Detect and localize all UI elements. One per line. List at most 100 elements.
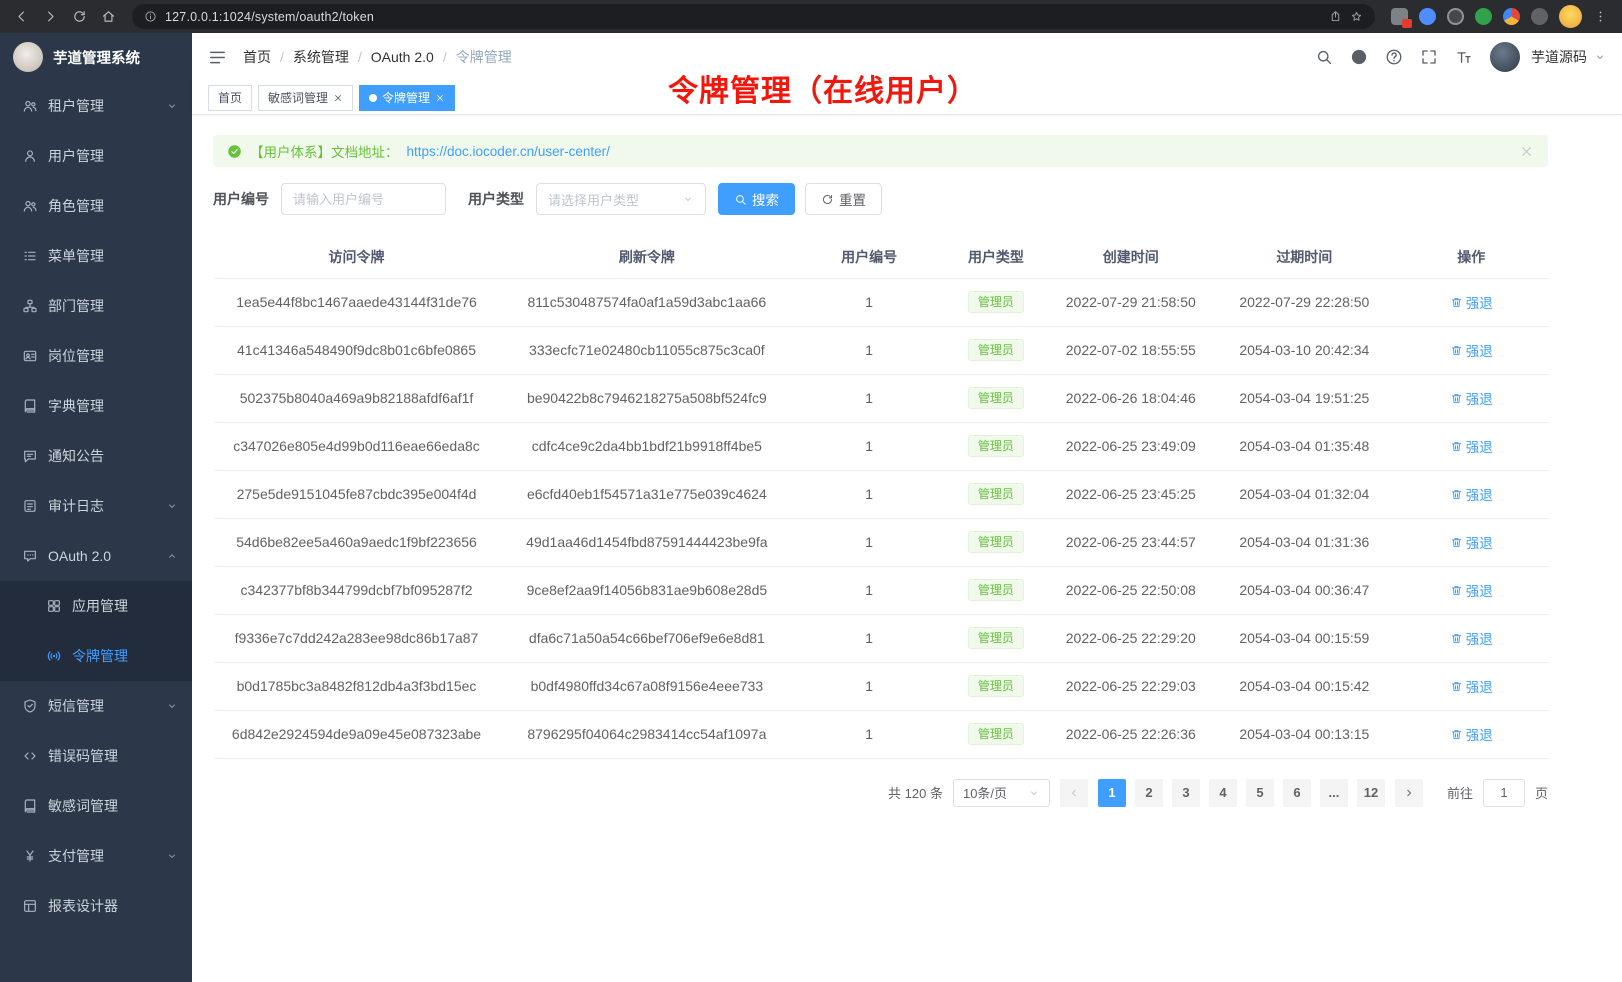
address-bar[interactable]: 127.0.0.1:1024/system/oauth2/token — [132, 4, 1375, 29]
extension-icon[interactable] — [1531, 8, 1548, 25]
force-logout-button[interactable]: 强退 — [1450, 724, 1493, 744]
expires-at-cell: 2054-03-04 01:32:04 — [1214, 470, 1394, 518]
extension-icon[interactable] — [1503, 8, 1520, 25]
page-button-12[interactable]: 12 — [1357, 779, 1385, 807]
page-button-6[interactable]: 6 — [1283, 779, 1311, 807]
share-icon[interactable] — [1329, 10, 1342, 23]
page-button-1[interactable]: 1 — [1098, 779, 1126, 807]
page-button-3[interactable]: 3 — [1172, 779, 1200, 807]
user-type-select[interactable]: 请选择用户类型 — [536, 183, 706, 215]
chevron-down-icon[interactable] — [1594, 51, 1606, 63]
tab-home[interactable]: 首页 — [208, 85, 252, 111]
hamburger-icon[interactable] — [208, 48, 227, 67]
font-size-icon[interactable] — [1455, 48, 1473, 66]
reload-icon[interactable] — [66, 3, 93, 30]
column-header: 访问令牌 — [213, 237, 500, 278]
user-id-input[interactable] — [281, 183, 446, 215]
main-area: 首页/系统管理/OAuth 2.0/令牌管理 芋道源码 首页敏感词管理令牌管理 … — [192, 33, 1622, 982]
sidebar-item-menu[interactable]: 菜单管理 — [0, 231, 192, 281]
browser-profile-avatar[interactable] — [1559, 5, 1582, 28]
tab-label: 敏感词管理 — [268, 89, 328, 106]
force-logout-label: 强退 — [1466, 580, 1493, 600]
sidebar-item-notice[interactable]: 通知公告 — [0, 431, 192, 481]
url-text: 127.0.0.1:1024/system/oauth2/token — [165, 10, 1321, 24]
breadcrumb-item[interactable]: OAuth 2.0 — [371, 49, 434, 65]
page-size-select[interactable]: 10条/页 — [953, 779, 1050, 807]
sidebar-item-dept[interactable]: 部门管理 — [0, 281, 192, 331]
search-icon[interactable] — [1315, 48, 1333, 66]
user-avatar[interactable] — [1490, 42, 1520, 72]
sidebar-item-token-manage[interactable]: 令牌管理 — [0, 631, 192, 681]
home-icon[interactable] — [95, 3, 122, 30]
force-logout-button[interactable]: 强退 — [1450, 340, 1493, 360]
browser-toolbar: 127.0.0.1:1024/system/oauth2/token — [0, 0, 1622, 33]
forward-icon[interactable] — [37, 3, 64, 30]
sidebar-item-label: 令牌管理 — [72, 646, 128, 666]
force-logout-button[interactable]: 强退 — [1450, 484, 1493, 504]
alert-link[interactable]: https://doc.iocoder.cn/user-center/ — [407, 144, 610, 159]
sidebar-item-error-code[interactable]: 错误码管理 — [0, 731, 192, 781]
app-logo[interactable]: 芋道管理系统 — [0, 33, 192, 81]
sidebar-item-report-designer[interactable]: 报表设计器 — [0, 881, 192, 931]
column-header: 操作 — [1394, 237, 1548, 278]
back-icon[interactable] — [8, 3, 35, 30]
extension-icon[interactable] — [1391, 8, 1408, 25]
sidebar-item-pay[interactable]: 支付管理 — [0, 831, 192, 881]
column-header: 刷新令牌 — [500, 237, 794, 278]
force-logout-label: 强退 — [1466, 388, 1493, 408]
header-tools: 芋道源码 — [1315, 42, 1606, 72]
refresh-token-cell: 811c530487574fa0af1a59d3abc1aa66 — [500, 278, 794, 326]
sidebar-item-sms[interactable]: 短信管理 — [0, 681, 192, 731]
sidebar: 芋道管理系统 租户管理用户管理角色管理菜单管理部门管理岗位管理字典管理通知公告审… — [0, 33, 192, 982]
force-logout-button[interactable]: 强退 — [1450, 676, 1493, 696]
table-row: b0d1785bc3a8482f812db4a3f3bd15ecb0df4980… — [213, 662, 1548, 710]
fullscreen-icon[interactable] — [1420, 48, 1438, 66]
access-token-cell: 41c41346a548490f9dc8b01c6bfe0865 — [213, 326, 500, 374]
alert-close-icon[interactable] — [1519, 144, 1534, 159]
breadcrumb-item[interactable]: 系统管理 — [293, 47, 349, 67]
page-button-4[interactable]: 4 — [1209, 779, 1237, 807]
force-logout-button[interactable]: 强退 — [1450, 580, 1493, 600]
goto-page-input[interactable] — [1483, 779, 1525, 807]
kebab-menu-icon[interactable] — [1593, 9, 1608, 24]
extension-icon[interactable] — [1475, 8, 1492, 25]
force-logout-button[interactable]: 强退 — [1450, 628, 1493, 648]
force-logout-button[interactable]: 强退 — [1450, 436, 1493, 456]
user-type-cell: 管理员 — [945, 710, 1048, 758]
sidebar-item-oauth2[interactable]: OAuth 2.0 — [0, 531, 192, 581]
sidebar-item-user[interactable]: 用户管理 — [0, 131, 192, 181]
page-button-5[interactable]: 5 — [1246, 779, 1274, 807]
extension-icon[interactable] — [1419, 8, 1436, 25]
user-icon — [22, 148, 38, 164]
reset-button[interactable]: 重置 — [805, 183, 882, 215]
tab-token-manage[interactable]: 令牌管理 — [359, 85, 455, 111]
page-button-2[interactable]: 2 — [1135, 779, 1163, 807]
search-button[interactable]: 搜索 — [718, 183, 795, 215]
sidebar-item-role[interactable]: 角色管理 — [0, 181, 192, 231]
force-logout-button[interactable]: 强退 — [1450, 532, 1493, 552]
info-icon[interactable] — [144, 10, 157, 23]
sidebar-item-dict[interactable]: 字典管理 — [0, 381, 192, 431]
star-icon[interactable] — [1350, 10, 1363, 23]
help-icon[interactable] — [1385, 48, 1403, 66]
tab-sensitive-word[interactable]: 敏感词管理 — [258, 85, 353, 111]
submenu-oauth2: 应用管理令牌管理 — [0, 581, 192, 681]
breadcrumb-separator: / — [443, 49, 447, 65]
sidebar-item-post[interactable]: 岗位管理 — [0, 331, 192, 381]
github-icon[interactable] — [1350, 48, 1368, 66]
info-alert: 【用户体系】文档地址： https://doc.iocoder.cn/user-… — [213, 135, 1548, 167]
sidebar-item-sensitive-word[interactable]: 敏感词管理 — [0, 781, 192, 831]
action-cell: 强退 — [1394, 326, 1548, 374]
prev-page-button[interactable] — [1060, 779, 1088, 807]
sidebar-item-audit-log[interactable]: 审计日志 — [0, 481, 192, 531]
page-ellipsis[interactable]: ... — [1320, 779, 1348, 807]
force-logout-button[interactable]: 强退 — [1450, 388, 1493, 408]
breadcrumb-item[interactable]: 首页 — [243, 47, 271, 67]
force-logout-button[interactable]: 强退 — [1450, 292, 1493, 312]
pagination: 共 120 条 10条/页 123456...12 前往 页 — [213, 779, 1548, 807]
sidebar-item-app-manage[interactable]: 应用管理 — [0, 581, 192, 631]
sidebar-item-tenant[interactable]: 租户管理 — [0, 81, 192, 131]
extension-icon[interactable] — [1447, 8, 1464, 25]
next-page-button[interactable] — [1395, 779, 1423, 807]
user-name[interactable]: 芋道源码 — [1531, 47, 1587, 67]
